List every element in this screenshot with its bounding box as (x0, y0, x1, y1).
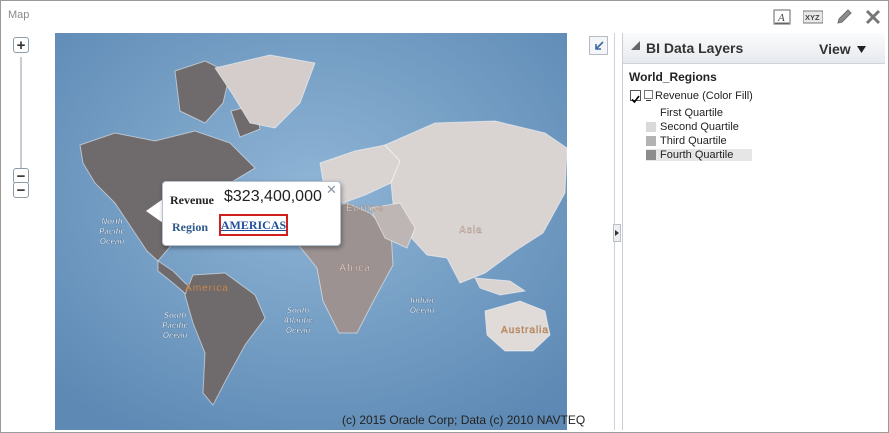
layer-group-title: World_Regions (629, 70, 717, 84)
tooltip-region-link[interactable]: AMERICAS (219, 214, 288, 236)
pencil-icon (837, 9, 852, 24)
legend-swatch (646, 108, 656, 118)
map-copyright: (c) 2015 Oracle Corp; Data (c) 2010 NAVT… (342, 413, 586, 427)
legend-item: Third Quartile (646, 135, 727, 147)
label-australia: Australia (501, 325, 549, 336)
layer-visibility-checkbox[interactable] (630, 90, 641, 104)
view-menu-label: View (819, 41, 851, 57)
legend-label: Third Quartile (660, 135, 727, 147)
region-link-text[interactable]: AMERICAS (221, 218, 286, 233)
legend-label: Second Quartile (660, 121, 739, 133)
tooltip-close-button[interactable]: ✕ (326, 182, 337, 198)
xyz-icon: XYZ (803, 10, 823, 24)
chevron-right-icon (615, 230, 619, 236)
view-menu-button[interactable]: View (819, 41, 866, 57)
zoom-in-button[interactable]: + (13, 37, 29, 54)
legend-swatch (646, 122, 656, 132)
zoom-control: + − − (11, 37, 31, 199)
tooltip-revenue-label: Revenue (170, 193, 214, 207)
label-europe: Europe (346, 203, 384, 214)
legend-swatch (646, 150, 656, 160)
zoom-out-button[interactable]: − (13, 182, 29, 199)
collapse-arrow-icon (594, 40, 604, 50)
label-indian-ocean: Indian Ocean (410, 296, 435, 315)
tooltip-region-label: Region (172, 220, 208, 234)
svg-text:XYZ: XYZ (805, 13, 820, 22)
layer-collapse-button[interactable] (644, 90, 653, 101)
bi-data-layers-panel: BI Data Layers View World_Regions Revenu… (622, 33, 885, 430)
format-text-icon: A (773, 9, 791, 25)
layer-name: Revenue (Color Fill) (655, 90, 753, 102)
checkmark-icon (631, 95, 640, 104)
tooltip-pointer (146, 199, 163, 223)
legend-label: Fourth Quartile (660, 149, 734, 161)
minimize-map-button[interactable] (589, 36, 608, 55)
collapse-triangle-icon[interactable] (631, 41, 640, 50)
svg-text:A: A (777, 12, 785, 24)
splitter-handle[interactable] (613, 224, 621, 242)
legend-label: First Quartile (660, 107, 723, 119)
edit-button[interactable] (834, 7, 854, 27)
tooltip-revenue-value: $323,400,000 (224, 188, 322, 205)
panel-title: BI Data Layers (646, 40, 744, 56)
dropdown-arrow-icon (856, 45, 866, 53)
label-africa: Africa (339, 263, 371, 274)
label-south-atlantic: South Atlantic Ocean (282, 306, 313, 335)
view-title: Map (8, 9, 30, 21)
legend-swatch (646, 136, 656, 146)
legend-item-highlighted: Fourth Quartile (646, 149, 752, 161)
zoom-slider-track[interactable] (20, 57, 22, 177)
label-north-pacific: North Pacific Ocean (99, 217, 125, 246)
close-icon (865, 9, 881, 25)
legend-item: First Quartile (646, 107, 723, 119)
minus-icon (646, 100, 651, 101)
label-south-pacific: South Pacific Ocean (162, 311, 188, 340)
label-asia: Asia (459, 225, 482, 236)
format-text-button[interactable]: A (772, 7, 792, 27)
panel-header: BI Data Layers View (623, 33, 885, 64)
map-view-frame: Map A XYZ North Pacific Ocean South Paci… (0, 0, 889, 433)
close-button[interactable] (863, 7, 883, 27)
xyz-button[interactable]: XYZ (802, 7, 824, 27)
legend-item: Second Quartile (646, 121, 739, 133)
label-america: America (185, 283, 229, 294)
